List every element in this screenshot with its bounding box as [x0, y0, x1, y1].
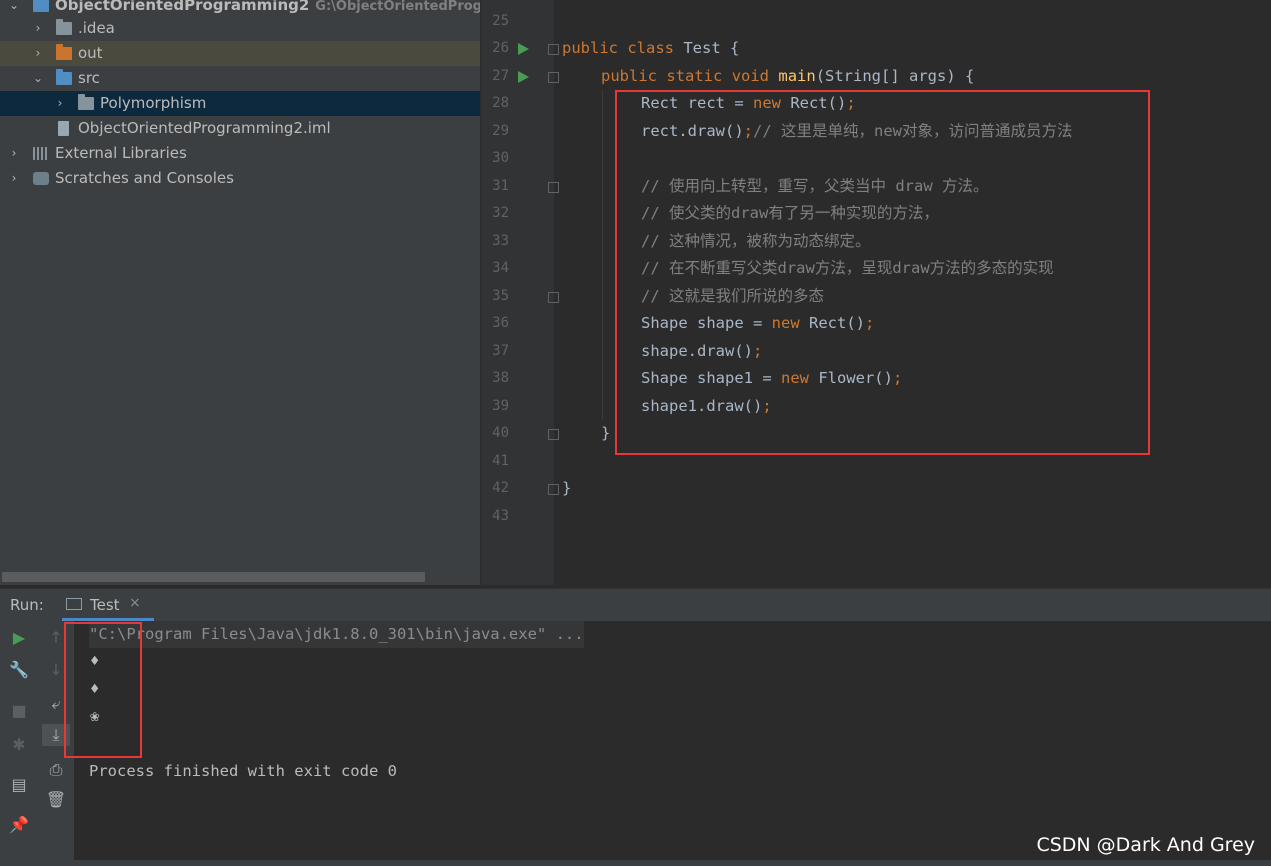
tree-item-label: .idea: [78, 19, 115, 37]
line-number: 28: [492, 95, 509, 111]
pin-icon[interactable]: 📌: [8, 814, 30, 836]
folder-icon: [56, 19, 72, 35]
debug-icon[interactable]: ✱: [8, 734, 30, 756]
fold-marker-icon[interactable]: [548, 484, 559, 495]
watermark: CSDN @Dark And Grey: [1036, 834, 1255, 856]
fold-marker-icon[interactable]: [548, 292, 559, 303]
run-class-icon[interactable]: [518, 43, 529, 55]
trash-icon[interactable]: 🗑: [45, 789, 67, 811]
run-main-icon[interactable]: [518, 71, 529, 83]
chevron-right-icon[interactable]: ›: [8, 141, 20, 166]
libraries-icon: [33, 147, 49, 160]
iml-file-icon: [58, 121, 69, 136]
tree-item-label: Polymorphism: [100, 94, 207, 112]
line-number: 42: [492, 480, 509, 496]
line-number: 34: [492, 260, 509, 276]
console-tab-icon: [66, 598, 82, 610]
line-number: 32: [492, 205, 509, 221]
line-number: 25: [492, 13, 509, 29]
run-panel-header: Run: Test ×: [0, 588, 1271, 621]
console-exit-line: Process finished with exit code 0: [89, 762, 397, 780]
line-number: 37: [492, 343, 509, 359]
scratches-icon: [33, 172, 49, 185]
tree-item-label: Scratches and Consoles: [55, 169, 234, 187]
line-number: 40: [492, 425, 509, 441]
tree-item-polymorphism[interactable]: › Polymorphism: [0, 91, 480, 116]
module-folder-icon: [33, 0, 49, 12]
tree-item-scratches[interactable]: › Scratches and Consoles: [0, 166, 480, 191]
line-number: 30: [492, 150, 509, 166]
code-line-27: public static void main(String[] args) {: [601, 67, 975, 85]
line-number: 43: [492, 508, 509, 524]
highlight-box: [615, 90, 1150, 455]
print-icon[interactable]: ⎙: [45, 759, 67, 781]
console-output[interactable]: [74, 621, 1271, 866]
tree-item-iml[interactable]: ObjectOrientedProgramming2.iml: [0, 116, 480, 141]
line-number: 27: [492, 68, 509, 84]
package-icon: [78, 94, 94, 110]
tree-item-external-libraries[interactable]: › External Libraries: [0, 141, 480, 166]
tree-item-label: ObjectOrientedProgramming2.iml: [78, 119, 331, 137]
fold-marker-icon[interactable]: [548, 429, 559, 440]
close-icon[interactable]: ×: [129, 595, 141, 611]
wrench-icon[interactable]: 🔧: [8, 659, 30, 681]
chevron-down-icon[interactable]: ⌄: [32, 66, 44, 91]
chevron-right-icon[interactable]: ›: [8, 166, 20, 191]
code-line-40: }: [601, 424, 611, 442]
tab-test-label: Test: [90, 596, 120, 614]
line-number: 33: [492, 233, 509, 249]
line-number: 31: [492, 178, 509, 194]
tree-item-label: src: [78, 69, 100, 87]
chevron-right-icon[interactable]: ›: [32, 41, 44, 66]
highlight-box: [64, 622, 142, 758]
line-number: 39: [492, 398, 509, 414]
layout-icon[interactable]: ▤: [8, 774, 30, 796]
line-number: 29: [492, 123, 509, 139]
line-number: 26: [492, 40, 509, 56]
line-number: 41: [492, 453, 509, 469]
fold-marker-icon[interactable]: [548, 72, 559, 83]
line-number: 38: [492, 370, 509, 386]
code-line-26: public class Test {: [562, 39, 740, 57]
tree-item-idea[interactable]: › .idea: [0, 16, 480, 41]
indent-guide: [602, 90, 603, 420]
code-line-42: }: [562, 479, 572, 497]
status-strip: [74, 860, 1271, 866]
console-command-line: "C:\Program Files\Java\jdk1.8.0_301\bin\…: [89, 621, 584, 648]
tree-item-label: External Libraries: [55, 144, 187, 162]
stop-icon[interactable]: ■: [8, 700, 30, 722]
project-panel: ⌄ ObjectOrientedProgramming2 G:\ObjectOri…: [0, 0, 480, 585]
folder-excluded-icon: [56, 44, 72, 60]
tree-item-src[interactable]: ⌄ src: [0, 66, 480, 91]
chevron-right-icon[interactable]: ›: [32, 16, 44, 41]
run-label: Run:: [10, 596, 44, 614]
line-number: 35: [492, 288, 509, 304]
line-number: 36: [492, 315, 509, 331]
tree-item-label: out: [78, 44, 103, 62]
horizontal-scrollbar[interactable]: [2, 572, 425, 582]
source-folder-icon: [56, 69, 72, 85]
chevron-right-icon[interactable]: ›: [54, 91, 66, 116]
tree-item-out[interactable]: › out: [0, 41, 480, 66]
rerun-icon[interactable]: ▶: [8, 627, 30, 649]
run-toolbar: ▶ 🔧 ■ ✱ ▤ 📌: [0, 621, 39, 866]
fold-marker-icon[interactable]: [548, 182, 559, 193]
fold-marker-icon[interactable]: [548, 44, 559, 55]
